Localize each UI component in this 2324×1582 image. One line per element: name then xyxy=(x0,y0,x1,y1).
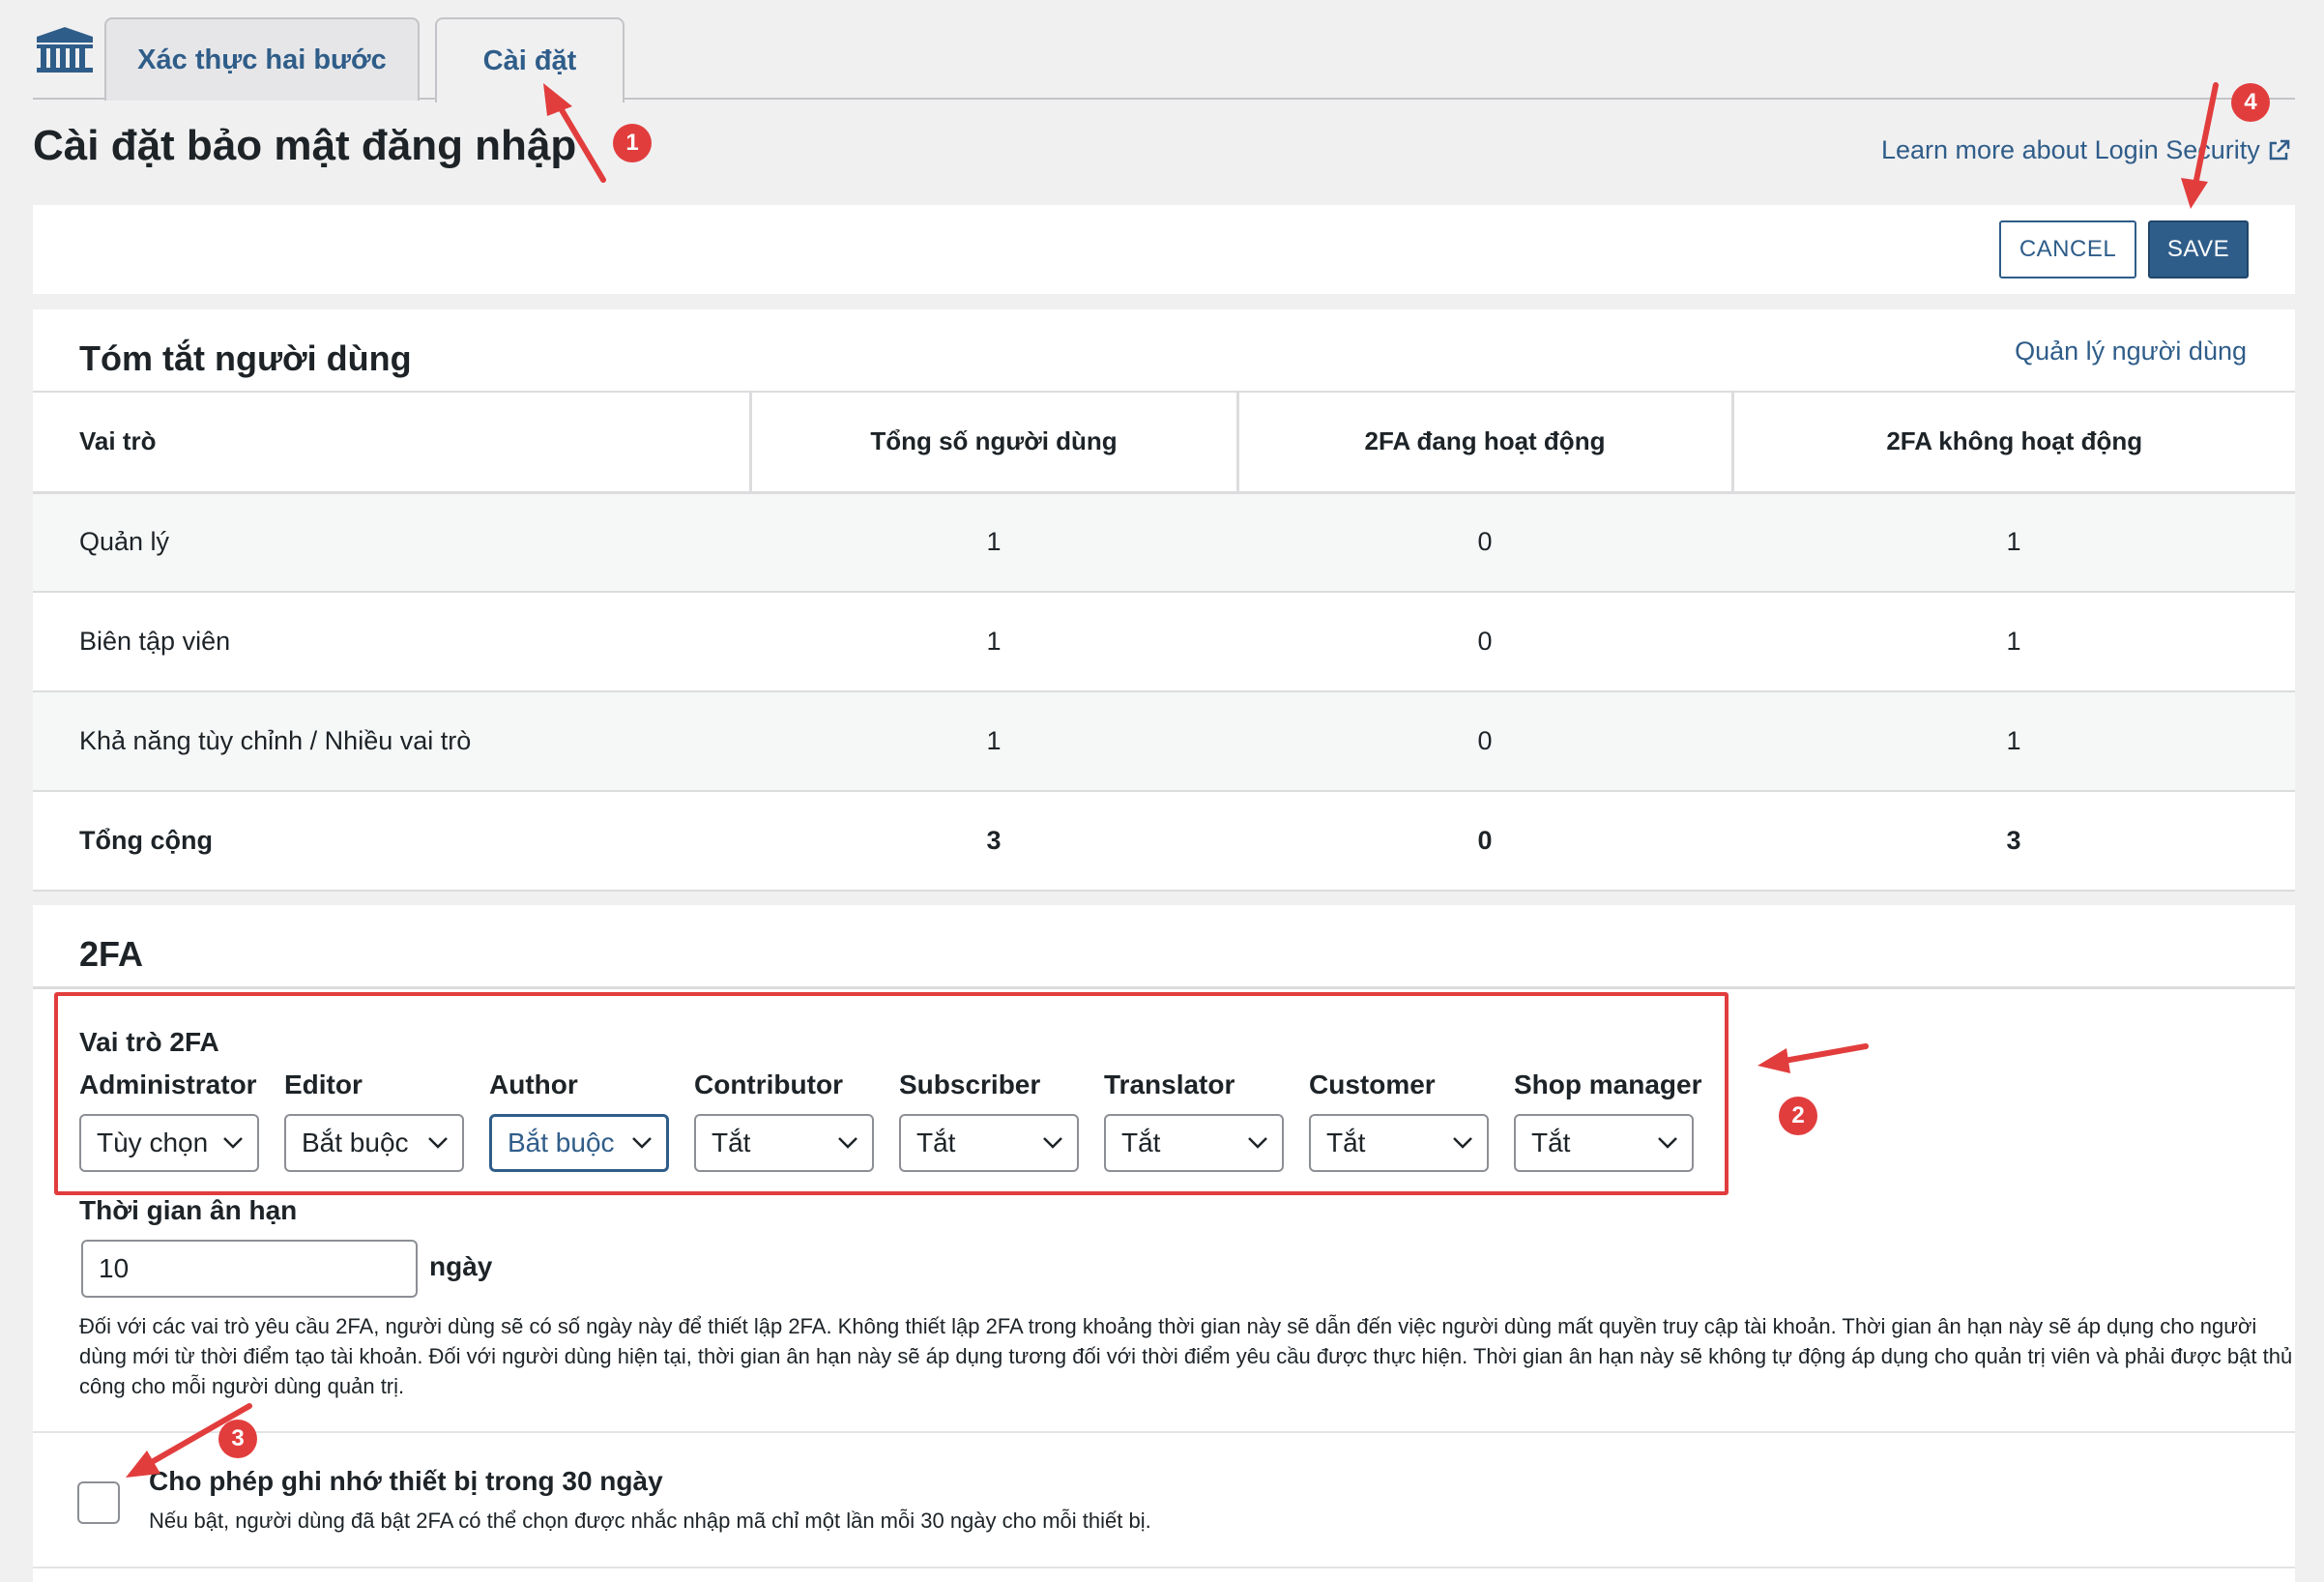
annotation-badge: 3 xyxy=(218,1420,257,1458)
annotation-badge: 2 xyxy=(1779,1097,1817,1135)
annotation-badge: 1 xyxy=(613,124,652,162)
annotation-badge: 4 xyxy=(2231,83,2270,122)
annotation-arrows xyxy=(126,82,2219,1478)
